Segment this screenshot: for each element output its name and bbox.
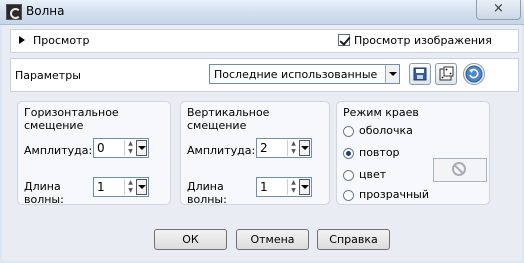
edge-mode-radio-color[interactable]	[343, 170, 354, 181]
app-icon	[6, 4, 22, 20]
chevron-down-icon[interactable]	[299, 179, 310, 195]
horizontal-offset-group: Горизонтальное смещение Амплитуда: 0 ▲ ▼ …	[17, 101, 171, 206]
reset-arrow-icon	[465, 65, 483, 83]
edge-mode-option-transparent[interactable]: прозрачный	[359, 188, 429, 201]
horizontal-wavelength-label-2: волны:	[24, 193, 64, 206]
horizontal-wavelength-value: 1	[97, 180, 105, 194]
spin-arrows-icon[interactable]: ▲ ▼	[287, 179, 299, 195]
save-preset-button[interactable]	[409, 63, 431, 85]
chevron-down-icon[interactable]	[136, 140, 147, 156]
dice-icon	[439, 66, 454, 81]
vertical-wavelength-value: 1	[260, 180, 268, 194]
preview-row: Просмотр Просмотр изображения	[10, 29, 519, 53]
params-row: Параметры Последние использованные	[10, 58, 519, 92]
spin-arrows-icon[interactable]: ▲ ▼	[287, 140, 299, 156]
cancel-button[interactable]: Отмена	[236, 229, 309, 250]
edge-mode-option-wrap[interactable]: оболочка	[359, 124, 413, 137]
edge-mode-option-color[interactable]: цвет	[359, 168, 386, 181]
spin-arrows-icon[interactable]: ▲ ▼	[124, 140, 136, 156]
vertical-wavelength-stepper[interactable]: 1 ▲ ▼	[256, 177, 312, 197]
chevron-down-icon[interactable]	[299, 140, 310, 156]
params-label: Параметры	[15, 69, 81, 82]
edge-color-swatch[interactable]	[433, 158, 487, 182]
vertical-offset-group: Вертикальное смещение Амплитуда: 2 ▲ ▼ Дл…	[180, 101, 330, 206]
reset-button[interactable]	[463, 63, 485, 85]
floppy-disk-icon	[413, 67, 427, 81]
vertical-offset-title: Вертикальное смещение	[187, 106, 270, 132]
horizontal-amplitude-stepper[interactable]: 0 ▲ ▼	[93, 138, 149, 158]
edge-mode-group: Режим краев оболочка повтор цвет прозрач…	[336, 101, 490, 205]
vertical-amplitude-value: 2	[260, 141, 268, 155]
preset-dropdown[interactable]: Последние использованные	[209, 64, 400, 84]
horizontal-wavelength-label-1: Длина	[24, 180, 61, 193]
preset-value: Последние использованные	[214, 68, 378, 81]
chevron-down-icon[interactable]	[385, 65, 399, 83]
show-image-label[interactable]: Просмотр изображения	[354, 34, 492, 47]
show-image-checkbox[interactable]	[338, 34, 350, 46]
expand-triangle-icon[interactable]	[19, 36, 25, 44]
chevron-down-icon[interactable]	[136, 179, 147, 195]
vertical-wavelength-label-2: волны:	[187, 193, 227, 206]
edge-mode-radio-repeat[interactable]	[343, 148, 354, 159]
dialog-body: Просмотр Просмотр изображения Параметры …	[2, 25, 522, 261]
edge-mode-radio-transparent[interactable]	[343, 190, 354, 201]
ok-button[interactable]: ОК	[154, 229, 227, 250]
vertical-amplitude-stepper[interactable]: 2 ▲ ▼	[256, 138, 312, 158]
close-icon: ×	[493, 1, 504, 16]
horizontal-wavelength-stepper[interactable]: 1 ▲ ▼	[93, 177, 149, 197]
randomize-button[interactable]	[435, 63, 457, 85]
horizontal-offset-title: Горизонтальное смещение	[24, 106, 119, 132]
vertical-wavelength-label-1: Длина	[187, 180, 224, 193]
title-bar: Волна ×	[0, 0, 524, 25]
vertical-amplitude-label: Амплитуда:	[187, 144, 256, 157]
disabled-circle-icon	[452, 162, 466, 176]
edge-mode-radio-wrap[interactable]	[343, 126, 354, 137]
spin-arrows-icon[interactable]: ▲ ▼	[124, 179, 136, 195]
preview-label[interactable]: Просмотр	[33, 34, 89, 47]
horizontal-amplitude-label: Амплитуда:	[24, 144, 93, 157]
help-button[interactable]: Справка	[317, 229, 390, 250]
edge-mode-option-repeat[interactable]: повтор	[359, 146, 400, 159]
horizontal-amplitude-value: 0	[97, 141, 105, 155]
close-button[interactable]: ×	[476, 0, 521, 20]
window-title: Волна	[26, 4, 65, 18]
edge-mode-title: Режим краев	[343, 106, 419, 119]
